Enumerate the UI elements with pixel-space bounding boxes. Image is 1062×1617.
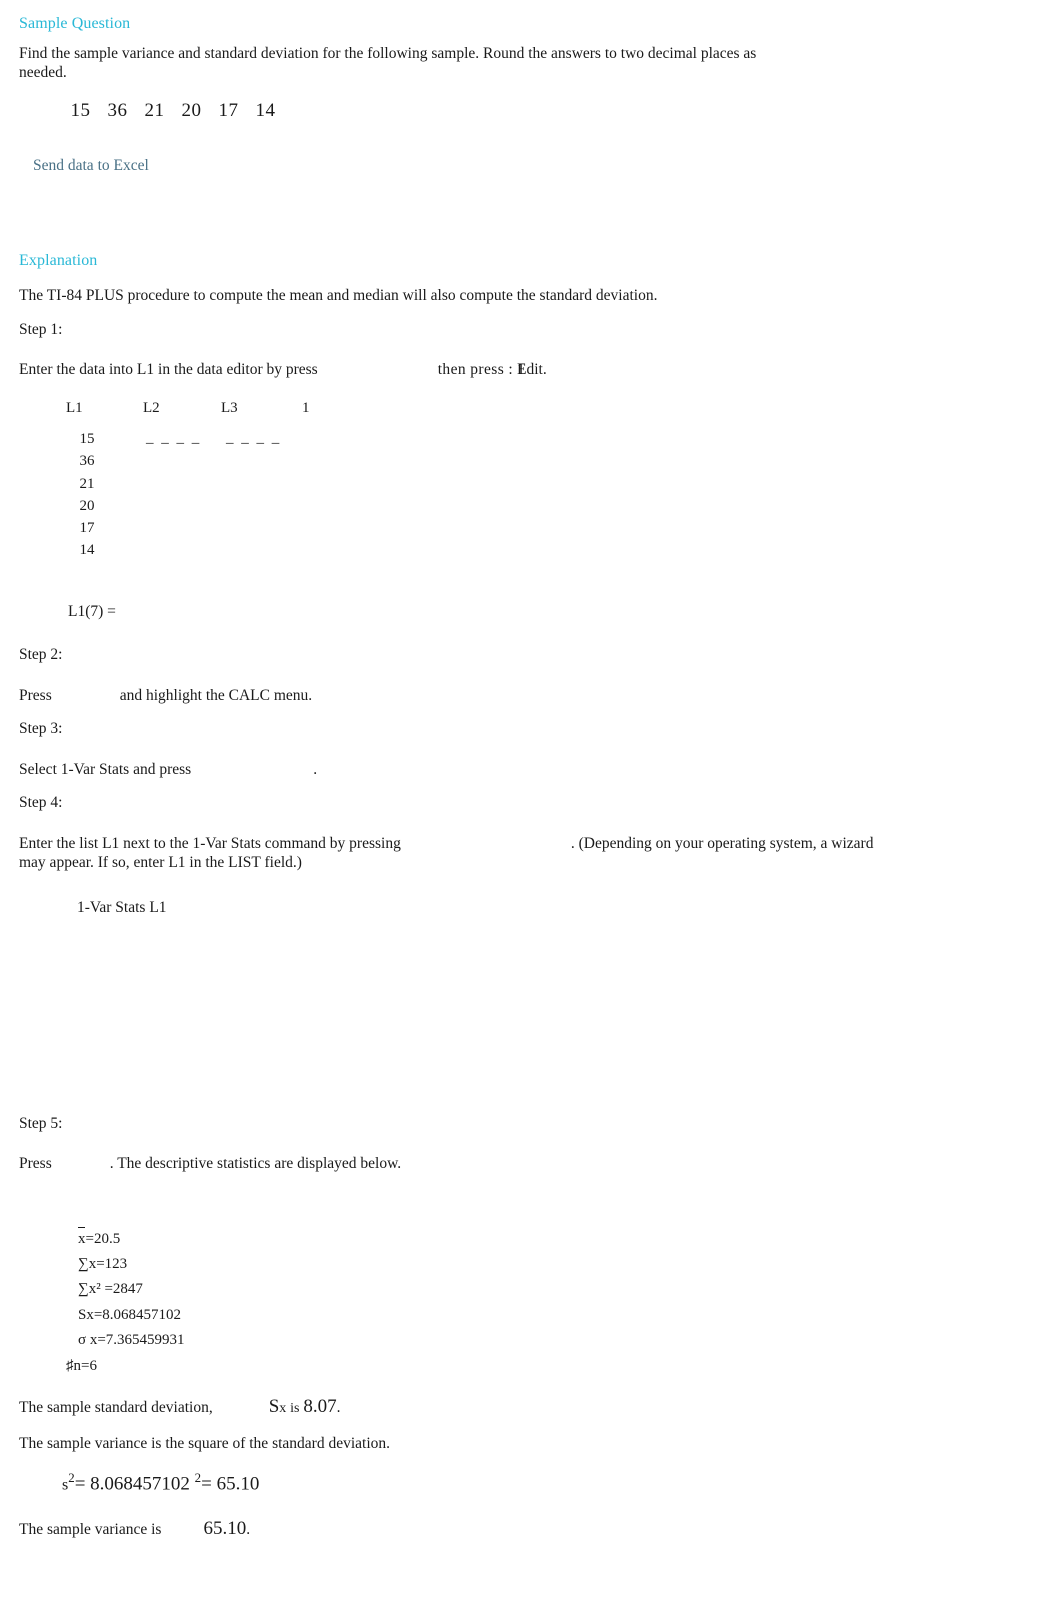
list-editor-cursor-line: L1(7) = bbox=[68, 603, 116, 620]
step-1-label: Step 1: bbox=[19, 321, 63, 338]
variance-period: . bbox=[246, 1521, 251, 1538]
sd-symbol-subscript: x bbox=[279, 1401, 287, 1416]
conclusion-variance-text: The sample variance is bbox=[19, 1521, 162, 1538]
population-sd-value: σ x=7.365459931 bbox=[78, 1332, 185, 1348]
n-value: n=6 bbox=[73, 1357, 97, 1374]
step-5-label: Step 5: bbox=[19, 1115, 63, 1132]
sample-question-heading: Sample Question bbox=[19, 15, 131, 32]
send-data-to-excel-link[interactable]: Send data to Excel bbox=[33, 157, 149, 175]
list-editor-header-row: L1 L2 L3 1 bbox=[0, 400, 420, 424]
list-editor-col-l1: L1 bbox=[66, 400, 83, 416]
step-2-label: Step 2: bbox=[19, 646, 63, 663]
step-4-label: Step 4: bbox=[19, 794, 63, 811]
question-prompt-text: Find the sample variance and standard de… bbox=[19, 45, 757, 81]
sample-datum: 21 bbox=[144, 100, 165, 121]
variance-formula: s2= 8.068457102 2= 65.10 bbox=[62, 1470, 259, 1495]
stat-row-n: ♯n=6 bbox=[0, 1354, 420, 1380]
step-5-text-before: Press bbox=[19, 1155, 52, 1172]
n-marker-icon: ♯ bbox=[66, 1357, 74, 1374]
step-2-text-before: Press bbox=[19, 687, 52, 704]
list-editor-l3-empty: _ _ _ _ bbox=[226, 430, 282, 446]
conclusion-standard-deviation: The sample standard deviation, Sx is 8.07… bbox=[19, 1396, 341, 1418]
variance-base: 8.068457102 bbox=[90, 1473, 190, 1495]
ti84-varstats-command-screen: 1-Var Stats L1 bbox=[77, 899, 167, 916]
sum-x-squared-value: =2847 bbox=[104, 1281, 143, 1297]
mean-symbol: x bbox=[78, 1226, 86, 1253]
step-5-body: Press . The descriptive statistics are di… bbox=[19, 1154, 401, 1173]
stat-key-placeholder bbox=[52, 686, 120, 700]
second-l1-key-placeholder bbox=[401, 834, 571, 848]
l1-cell: 15 bbox=[79, 431, 95, 447]
variance-answer-value: 65.10 bbox=[203, 1518, 247, 1539]
sample-datum: 15 bbox=[70, 100, 91, 121]
conclusion-variance: The sample variance is 65.10. bbox=[19, 1518, 250, 1540]
conclusion-variance-intro: The sample variance is the square of the… bbox=[19, 1435, 391, 1452]
sd-symbol: S bbox=[268, 1396, 280, 1417]
step-1-text-before: Enter the data into L1 in the data edito… bbox=[19, 361, 318, 378]
list-editor-l1-values: 15 36 21 20 17 14 bbox=[70, 428, 104, 562]
list-editor-col-index: 1 bbox=[302, 400, 310, 416]
step-3-body: Select 1-Var Stats and press. bbox=[19, 760, 317, 779]
stat-row-sum-x-squared: ∑x² =2847 bbox=[0, 1277, 420, 1303]
step-3-text-after: . bbox=[313, 761, 318, 778]
l1-cell: 21 bbox=[79, 475, 95, 492]
stat-row-mean: x=20.5 bbox=[0, 1226, 420, 1252]
enter-key-placeholder bbox=[52, 1154, 110, 1168]
stat-row-sample-sd: Sx=8.068457102 bbox=[0, 1303, 420, 1329]
variance-result: = 65.10 bbox=[201, 1473, 260, 1495]
sd-answer-value: 8.07 bbox=[303, 1396, 337, 1417]
worked-solution-page: Sample Question Find the sample variance… bbox=[0, 0, 1062, 1617]
step-1-body: Enter the data into L1 in the data edito… bbox=[19, 360, 547, 379]
ti84-stats-results-screen: x=20.5 ∑x=123 ∑x² =2847 Sx=8.068457102 σ… bbox=[0, 1226, 420, 1379]
step-4-body: Enter the list L1 next to the 1-Var Stat… bbox=[19, 834, 899, 872]
step-5-text-after: . The descriptive statistics are display… bbox=[109, 1155, 402, 1172]
menu-item-1-edit: 1 Edit bbox=[517, 360, 543, 379]
step-1-text-after: . bbox=[542, 361, 547, 378]
step-1-text-middle: then press : bbox=[437, 361, 514, 378]
sd-period: . bbox=[336, 1399, 341, 1416]
mean-value: =20.5 bbox=[85, 1231, 121, 1247]
list-editor-l2-empty: _ _ _ _ bbox=[146, 430, 202, 446]
list-editor-col-l2: L2 bbox=[143, 400, 160, 416]
stat-row-population-sd: σ x=7.365459931 bbox=[0, 1328, 420, 1354]
sum-x-value: ∑x=123 bbox=[78, 1255, 128, 1272]
l1-cell: 14 bbox=[79, 542, 95, 559]
sample-datum: 17 bbox=[218, 100, 239, 121]
menu-item-number: 1 bbox=[517, 361, 525, 378]
step-3-text-before: Select 1-Var Stats and press bbox=[19, 761, 192, 778]
sample-data-values: 15 36 21 20 17 14 bbox=[62, 100, 284, 122]
l1-cell: 36 bbox=[79, 453, 95, 470]
sample-sd-value: Sx=8.068457102 bbox=[78, 1306, 182, 1323]
explanation-heading: Explanation bbox=[19, 252, 98, 269]
conclusion-sd-text: The sample standard deviation, bbox=[19, 1399, 213, 1416]
sd-is-word: is bbox=[290, 1401, 300, 1416]
variance-equals: = bbox=[74, 1473, 86, 1495]
stat-row-sum-x: ∑x=123 bbox=[0, 1252, 420, 1278]
sum-x-squared-label: ∑x² bbox=[78, 1281, 105, 1297]
step-2-text-after: and highlight the CALC menu. bbox=[119, 687, 313, 704]
list-editor-col-l3: L3 bbox=[221, 400, 238, 416]
sample-datum: 20 bbox=[181, 100, 202, 121]
step-2-body: Press and highlight the CALC menu. bbox=[19, 686, 312, 705]
l1-cell: 17 bbox=[79, 520, 95, 537]
ti84-list-editor-screen: L1 L2 L3 1 _ _ _ _ _ _ _ _ 15 36 21 20 1… bbox=[0, 400, 420, 558]
stat-key-placeholder bbox=[318, 360, 438, 374]
step-4-text-before: Enter the list L1 next to the 1-Var Stat… bbox=[19, 835, 401, 852]
sample-datum: 36 bbox=[107, 100, 128, 121]
sample-datum: 14 bbox=[255, 100, 276, 121]
explanation-intro-text: The TI-84 PLUS procedure to compute the … bbox=[19, 287, 658, 304]
step-3-label: Step 3: bbox=[19, 720, 63, 737]
enter-key-placeholder bbox=[191, 760, 313, 774]
l1-cell: 20 bbox=[79, 497, 95, 514]
